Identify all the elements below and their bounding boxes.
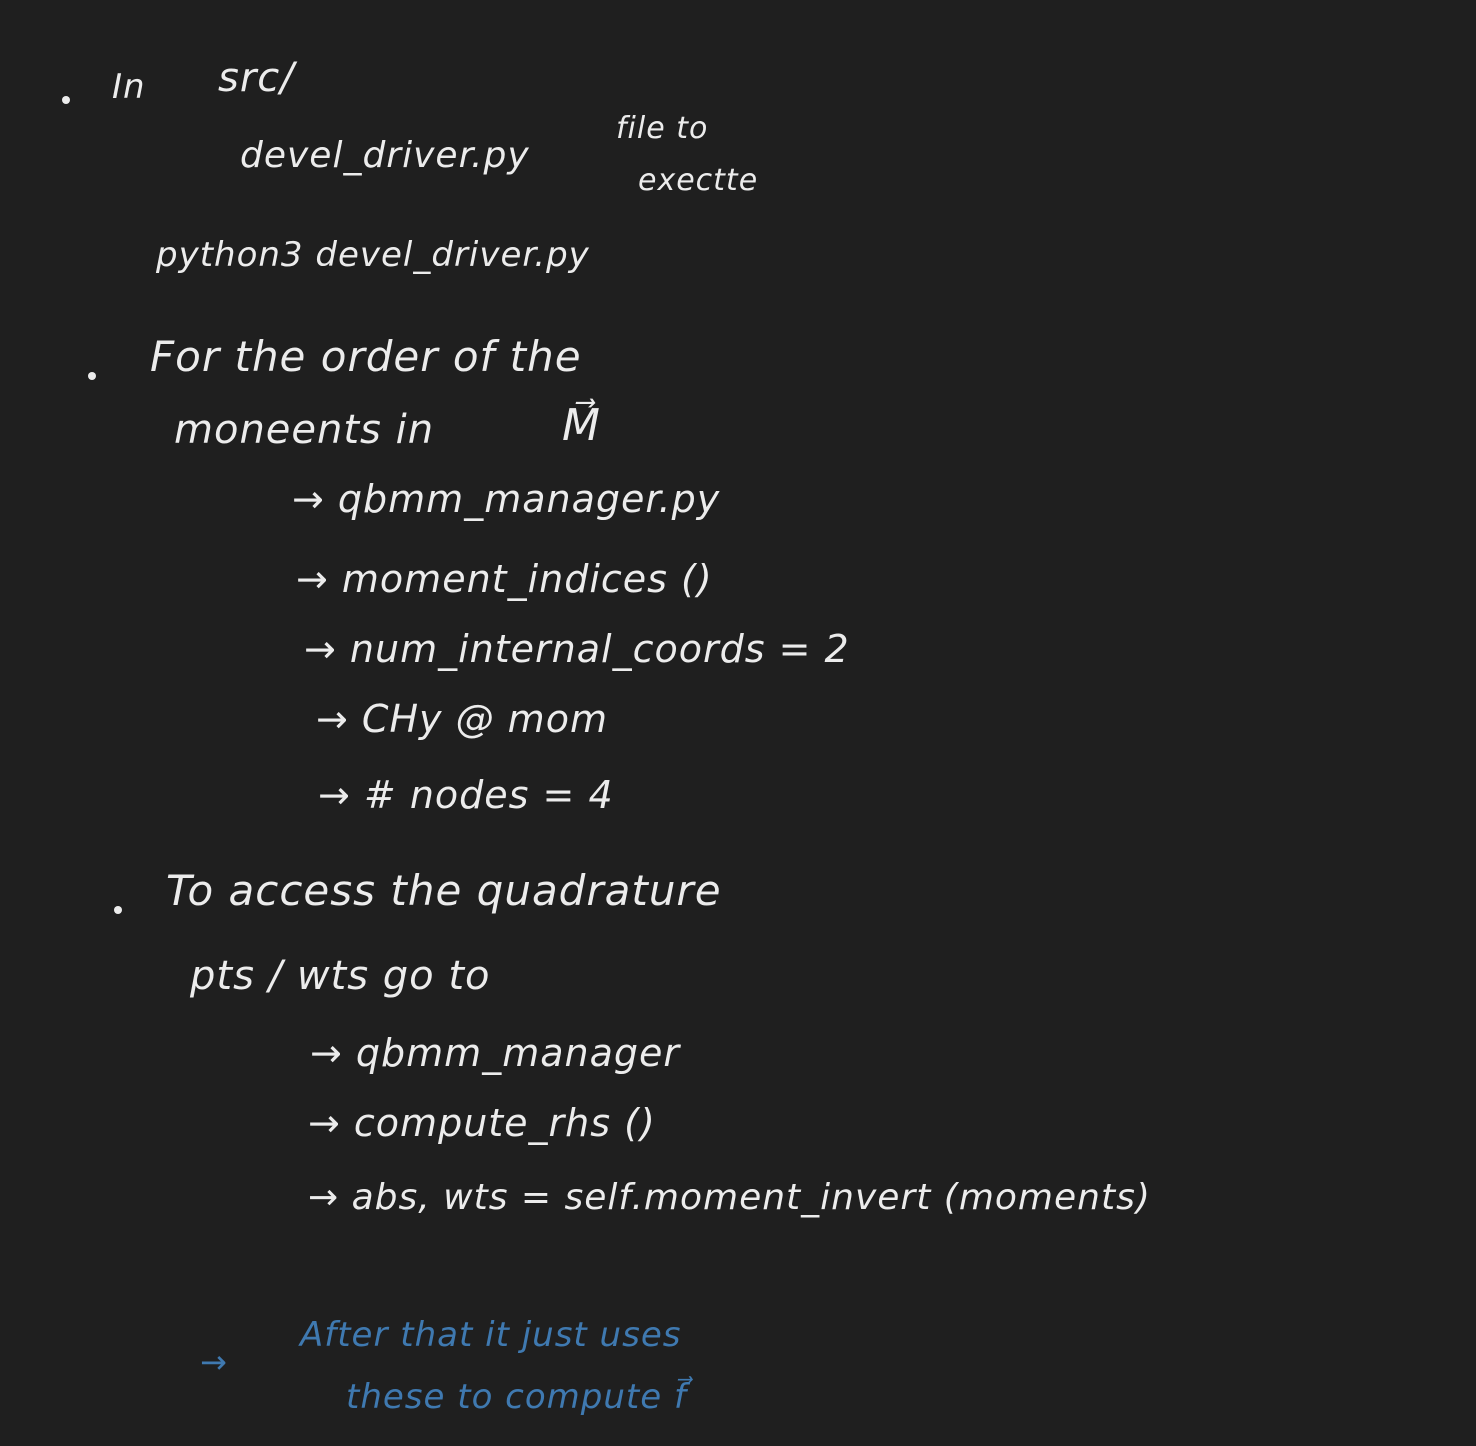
bullet-1	[62, 96, 70, 104]
moments-step-2: → moment_indices ()	[296, 557, 713, 601]
driver-note-line2: exectte	[638, 163, 759, 198]
moments-order-line2: moneents in	[174, 407, 435, 453]
driver-note-line1: file to	[616, 111, 709, 146]
followup-line2: these to compute f⃗	[346, 1377, 687, 1417]
quadrature-line1: To access the quadrature	[166, 866, 722, 915]
followup-arrow: →	[200, 1343, 228, 1381]
heading-in: In	[112, 67, 146, 107]
quadrature-line2: pts / wts go to	[190, 953, 491, 999]
moments-step-3: → num_internal_coords = 2	[304, 627, 850, 671]
bullet-2	[88, 372, 96, 380]
quadrature-step-3: → abs, wts = self.moment_invert (moments…	[308, 1177, 1151, 1218]
moment-vector-symbol: M⃗	[562, 400, 601, 451]
quadrature-step-1: → qbmm_manager	[310, 1031, 680, 1075]
moments-step-5: → # nodes = 4	[318, 773, 614, 817]
quadrature-step-2: → compute_rhs ()	[308, 1101, 656, 1145]
bullet-3	[114, 906, 122, 914]
run-command: python3 devel_driver.py	[156, 235, 590, 275]
moments-step-4: → CHy @ mom	[316, 697, 608, 741]
note-canvas: In src/ devel_driver.py file to exectte …	[0, 0, 1476, 1446]
moments-order-line1: For the order of the	[150, 332, 582, 381]
driver-filename: devel_driver.py	[240, 135, 530, 176]
moments-step-1: → qbmm_manager.py	[292, 477, 721, 521]
followup-line1: After that it just uses	[300, 1315, 682, 1355]
heading-src-path: src/	[218, 55, 295, 101]
